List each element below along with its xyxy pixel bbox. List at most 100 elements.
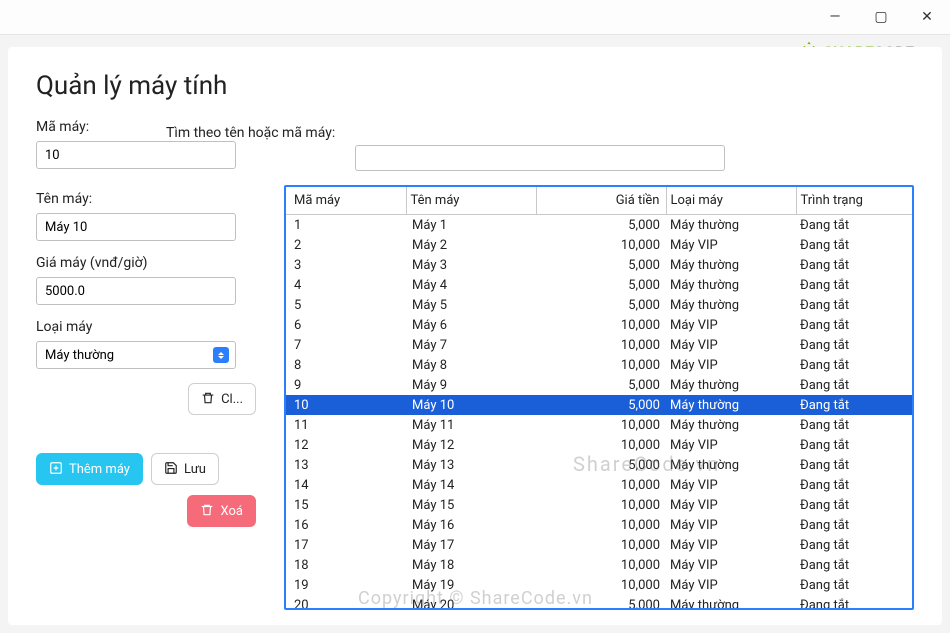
cell-name: Máy 10 [406, 395, 536, 415]
table-row[interactable]: 15Máy 1510,000Máy VIPĐang tắt [286, 495, 912, 515]
table-row[interactable]: 5Máy 55,000Máy thườngĐang tắt [286, 295, 912, 315]
cell-type: Máy VIP [666, 335, 796, 355]
table-row[interactable]: 19Máy 1910,000Máy VIPĐang tắt [286, 575, 912, 595]
table-row[interactable]: 9Máy 95,000Máy thườngĐang tắt [286, 375, 912, 395]
cell-price: 10,000 [536, 515, 666, 535]
cell-status: Đang tắt [796, 535, 912, 555]
window-minimize-button[interactable]: — [812, 0, 858, 35]
cell-name: Máy 8 [406, 355, 536, 375]
cell-price: 5,000 [536, 295, 666, 315]
clear-label: Cl... [221, 392, 243, 407]
gia-may-input[interactable] [36, 277, 236, 305]
cell-id: 7 [286, 335, 406, 355]
cell-id: 16 [286, 515, 406, 535]
table-row[interactable]: 7Máy 710,000Máy VIPĐang tắt [286, 335, 912, 355]
save-icon [164, 461, 178, 478]
cell-id: 12 [286, 435, 406, 455]
cell-id: 1 [286, 215, 406, 236]
cell-price: 10,000 [536, 555, 666, 575]
cell-price: 10,000 [536, 335, 666, 355]
clear-button[interactable]: Cl... [188, 383, 256, 415]
minimize-icon: — [830, 9, 841, 25]
table-row[interactable]: 4Máy 45,000Máy thườngĐang tắt [286, 275, 912, 295]
cell-price: 10,000 [536, 575, 666, 595]
cell-price: 10,000 [536, 355, 666, 375]
cell-type: Máy thường [666, 255, 796, 275]
loai-may-label: Loại máy [36, 319, 256, 335]
cell-price: 10,000 [536, 315, 666, 335]
cell-id: 15 [286, 495, 406, 515]
cell-price: 5,000 [536, 395, 666, 415]
table-row[interactable]: 12Máy 1210,000Máy VIPĐang tắt [286, 435, 912, 455]
maximize-icon: ▢ [874, 9, 887, 25]
save-button[interactable]: Lưu [151, 453, 219, 485]
ma-may-input[interactable] [36, 141, 236, 169]
cell-type: Máy thường [666, 215, 796, 236]
cell-id: 19 [286, 575, 406, 595]
chevron-updown-icon [213, 347, 229, 363]
cell-status: Đang tắt [796, 295, 912, 315]
table-row[interactable]: 20Máy 205,000Máy thườngĐang tắt [286, 595, 912, 610]
cell-status: Đang tắt [796, 275, 912, 295]
col-trinh-trang[interactable]: Trình trạng [796, 187, 912, 215]
window-close-button[interactable]: ✕ [904, 0, 950, 35]
table-row[interactable]: 11Máy 1110,000Máy thườngĐang tắt [286, 415, 912, 435]
delete-button[interactable]: Xoá [187, 495, 256, 527]
clear-icon [201, 391, 215, 408]
cell-name: Máy 1 [406, 215, 536, 236]
cell-type: Máy VIP [666, 495, 796, 515]
cell-name: Máy 14 [406, 475, 536, 495]
add-button[interactable]: Thêm máy [36, 453, 143, 485]
cell-price: 10,000 [536, 235, 666, 255]
loai-may-select[interactable]: Máy thường [36, 341, 236, 369]
cell-type: Máy VIP [666, 315, 796, 335]
col-ma-may[interactable]: Mã máy [286, 187, 406, 215]
cell-id: 6 [286, 315, 406, 335]
col-gia-tien[interactable]: Giá tiền [536, 187, 666, 215]
cell-type: Máy VIP [666, 235, 796, 255]
cell-type: Máy thường [666, 595, 796, 610]
add-label: Thêm máy [69, 462, 130, 477]
table-row[interactable]: 16Máy 1610,000Máy VIPĐang tắt [286, 515, 912, 535]
cell-type: Máy thường [666, 275, 796, 295]
cell-name: Máy 20 [406, 595, 536, 610]
cell-price: 5,000 [536, 595, 666, 610]
window-maximize-button[interactable]: ▢ [858, 0, 904, 35]
cell-name: Máy 19 [406, 575, 536, 595]
cell-price: 10,000 [536, 475, 666, 495]
cell-name: Máy 6 [406, 315, 536, 335]
table-row[interactable]: 18Máy 1810,000Máy VIPĐang tắt [286, 555, 912, 575]
table-row[interactable]: 8Máy 810,000Máy VIPĐang tắt [286, 355, 912, 375]
table-row[interactable]: 6Máy 610,000Máy VIPĐang tắt [286, 315, 912, 335]
table-row[interactable]: 10Máy 105,000Máy thườngĐang tắt [286, 395, 912, 415]
table-row[interactable]: 2Máy 210,000Máy VIPĐang tắt [286, 235, 912, 255]
cell-id: 2 [286, 235, 406, 255]
cell-id: 5 [286, 295, 406, 315]
cell-id: 11 [286, 415, 406, 435]
col-loai-may[interactable]: Loại máy [666, 187, 796, 215]
cell-status: Đang tắt [796, 555, 912, 575]
table-row[interactable]: 14Máy 1410,000Máy VIPĐang tắt [286, 475, 912, 495]
cell-id: 4 [286, 275, 406, 295]
cell-price: 10,000 [536, 435, 666, 455]
cell-name: Máy 12 [406, 435, 536, 455]
table-row[interactable]: 3Máy 35,000Máy thườngĐang tắt [286, 255, 912, 275]
cell-price: 10,000 [536, 495, 666, 515]
cell-status: Đang tắt [796, 355, 912, 375]
field-ten-may: Tên máy: [36, 191, 256, 241]
loai-may-value: Máy thường [45, 348, 114, 363]
table-row[interactable]: 13Máy 135,000Máy thườngĐang tắt [286, 455, 912, 475]
content: Mã máy: Tên máy: Giá máy (vnđ/giờ) Loại … [36, 185, 914, 610]
ten-may-input[interactable] [36, 213, 236, 241]
col-ten-may[interactable]: Tên máy [406, 187, 536, 215]
machines-table: Mã máy Tên máy Giá tiền Loại máy Trình t… [286, 187, 912, 610]
ma-may-label: Mã máy: [36, 119, 256, 135]
search-input[interactable] [355, 145, 725, 171]
table-row[interactable]: 1Máy 15,000Máy thườngĐang tắt [286, 215, 912, 236]
cell-type: Máy VIP [666, 435, 796, 455]
close-icon: ✕ [921, 9, 933, 25]
cell-price: 5,000 [536, 215, 666, 236]
table-row[interactable]: 17Máy 1710,000Máy VIPĐang tắt [286, 535, 912, 555]
cell-name: Máy 5 [406, 295, 536, 315]
cell-type: Máy VIP [666, 555, 796, 575]
